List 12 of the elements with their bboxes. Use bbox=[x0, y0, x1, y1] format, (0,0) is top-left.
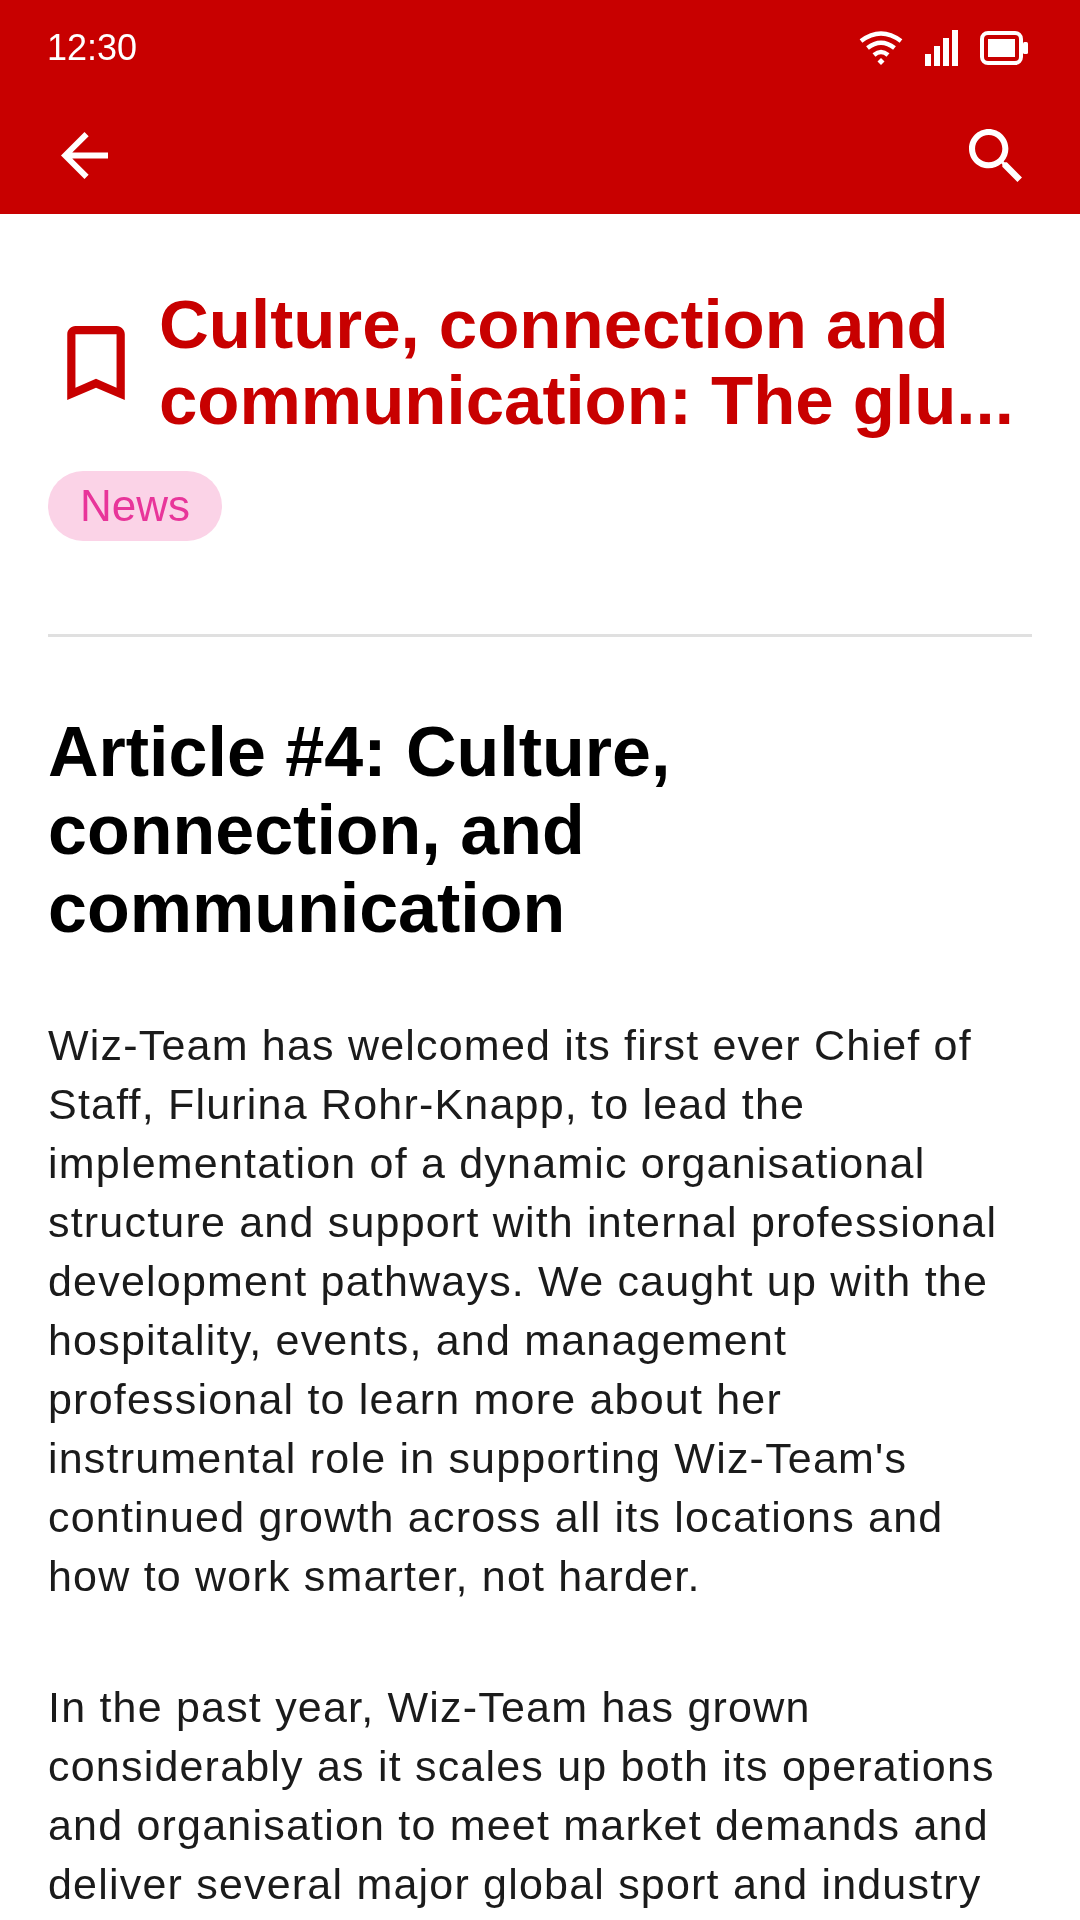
back-arrow-icon[interactable] bbox=[61, 131, 108, 179]
signal-icon bbox=[925, 30, 959, 66]
battery-icon bbox=[980, 31, 1028, 65]
category-tag: News bbox=[48, 471, 223, 541]
status-time: 12:30 bbox=[47, 28, 138, 68]
article-title: Culture, connection and communication: The glu... bbox=[159, 287, 1015, 439]
wifi-icon bbox=[858, 31, 904, 65]
article-heading: Article #4: Culture, connection, and communication bbox=[48, 713, 672, 947]
bookmark-icon[interactable] bbox=[67, 326, 125, 400]
body-paragraph: Wiz-Team has welcomed its first ever Chief of Staff, Flurina Rohr-Knapp, to lead the implementation of a dynamic organisational structure and support with internal professional development pathways. We caught up with the hospitality, events, and management professional to learn more about her instrumental role in supporting Wiz-Team's continued growth across all its locations and how to work smarter, not harder. bbox=[48, 1020, 999, 1602]
body-paragraph: In the past year, Wiz-Team has grown considerably as it scales up both its operations and organisation to meet market demands and deliver several major global sport and industry bbox=[48, 1682, 996, 1910]
search-icon[interactable] bbox=[969, 128, 1022, 182]
